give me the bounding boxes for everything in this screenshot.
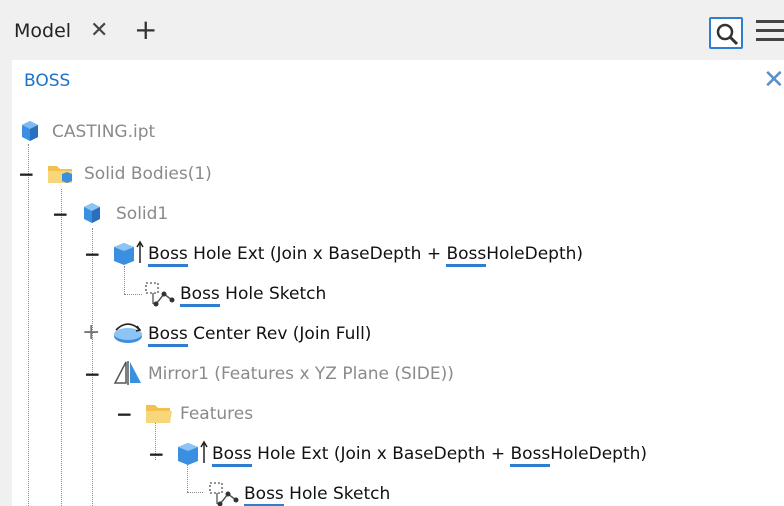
- extrude-icon: [178, 440, 208, 465]
- sketch-icon: [209, 482, 239, 506]
- tree-label: Solid1: [116, 204, 169, 224]
- collapse-toggle[interactable]: −: [148, 444, 165, 464]
- search-input[interactable]: BOSS: [24, 71, 70, 91]
- model-browser-panel: Model ✕ + BOSS ✕ CASTING.ipt − Solid Bod…: [0, 0, 784, 506]
- tree-label: Boss Hole Ext (Join x BaseDepth + BossHo…: [148, 244, 583, 267]
- tree-label: CASTING.ipt: [52, 122, 156, 142]
- tree-row-casting[interactable]: CASTING.ipt: [12, 114, 772, 150]
- tree-label: Boss Hole Sketch: [180, 284, 326, 307]
- tree-label: Solid Bodies(1): [84, 164, 212, 184]
- tree-row-features[interactable]: − Features: [12, 396, 772, 432]
- tree-label: Features: [180, 404, 254, 424]
- tree-label: Boss Center Rev (Join Full): [148, 324, 371, 347]
- expand-toggle[interactable]: +: [82, 322, 100, 344]
- tab-model[interactable]: Model: [14, 20, 71, 42]
- sketch-icon: [145, 282, 175, 307]
- tree-row-boss-hole-sketch[interactable]: Boss Hole Sketch: [12, 276, 772, 312]
- folder-icon: [146, 405, 172, 423]
- search-icon: [716, 23, 739, 46]
- tree-label: Boss Hole Ext (Join x BaseDepth + BossHo…: [212, 444, 647, 467]
- tree-row-boss-hole-ext-2[interactable]: − Boss Hole Ext (Join x BaseDepth + Boss…: [12, 436, 772, 472]
- close-icon[interactable]: ✕: [90, 18, 108, 44]
- collapse-toggle[interactable]: −: [116, 404, 133, 424]
- collapse-toggle[interactable]: −: [84, 244, 101, 264]
- tree-label: Mirror1 (Features x YZ Plane (SIDE)): [148, 364, 454, 384]
- tree-row-mirror1[interactable]: − Mirror1 (Features x YZ Plane (SIDE)): [12, 356, 772, 392]
- solid-body-icon: [84, 203, 100, 223]
- search-filter-bar[interactable]: BOSS ✕: [12, 60, 784, 105]
- tree-row-boss-hole-sketch-2[interactable]: Boss Hole Sketch: [12, 476, 772, 506]
- collapse-toggle[interactable]: −: [18, 164, 35, 184]
- part-icon: [22, 121, 38, 141]
- tree-row-boss-center-rev[interactable]: + Boss Center Rev (Join Full): [12, 316, 772, 352]
- extrude-icon: [114, 240, 144, 265]
- mirror-icon: [113, 361, 141, 385]
- browser-tab-bar: Model ✕ +: [0, 0, 784, 66]
- tree-row-solid-bodies[interactable]: − Solid Bodies(1): [12, 156, 772, 192]
- folder-icon: [48, 166, 72, 183]
- search-button[interactable]: [709, 17, 743, 49]
- clear-search-icon[interactable]: ✕: [763, 64, 784, 96]
- revolve-icon: [114, 323, 142, 343]
- collapse-toggle[interactable]: −: [84, 364, 101, 384]
- tree-row-solid1[interactable]: − Solid1: [12, 196, 772, 232]
- tree-label: Boss Hole Sketch: [244, 484, 390, 506]
- model-tree: CASTING.ipt − Solid Bodies(1) − Solid1 −: [12, 104, 784, 506]
- tree-row-boss-hole-ext[interactable]: − Boss Hole Ext (Join x BaseDepth + Boss…: [12, 236, 772, 272]
- menu-icon[interactable]: [756, 20, 784, 46]
- plus-icon[interactable]: +: [134, 14, 157, 46]
- collapse-toggle[interactable]: −: [52, 204, 69, 224]
